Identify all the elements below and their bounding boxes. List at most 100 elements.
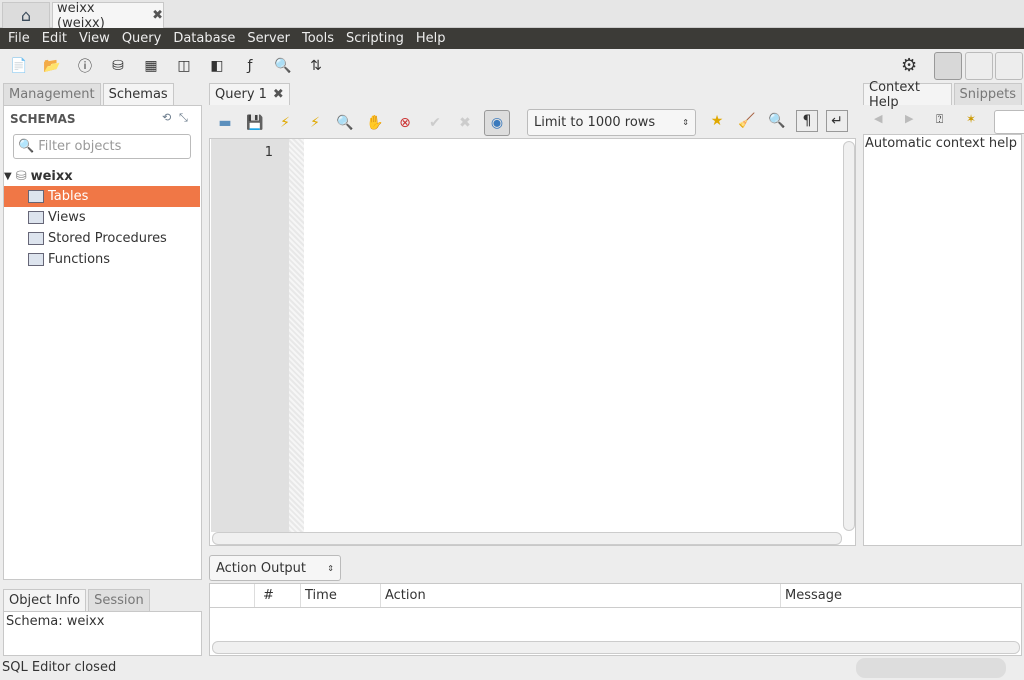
rollback-icon[interactable]: ✖ [454, 112, 476, 134]
sql-editor[interactable]: 1 [209, 138, 856, 546]
open-sql-script-icon[interactable]: 📂 [41, 55, 63, 77]
expand-arrow-icon[interactable]: ▼ [4, 171, 12, 182]
preferences-gear-icon[interactable]: ⚙ [901, 55, 917, 76]
refresh-icon[interactable]: ⟲ [162, 111, 171, 124]
word-wrap-icon[interactable]: ↵ [826, 110, 848, 132]
main-toolbar: 📄 📂 ⓘ ⛁ ▦ ◫ ◧ ƒ 🔍 ⇅ [0, 49, 1024, 82]
save-icon[interactable]: 💾 [244, 112, 266, 134]
connection-tab[interactable]: weixx (weixx) ✖ [52, 0, 164, 31]
menu-scripting[interactable]: Scripting [341, 31, 411, 46]
spinner-arrows-icon: ⇕ [327, 563, 334, 573]
procedures-icon [28, 232, 44, 245]
create-schema-icon[interactable]: ⛁ [107, 55, 129, 77]
limit-rows-value: Limit to 1000 rows [534, 115, 656, 130]
tree-item-label: Stored Procedures [48, 231, 167, 246]
connection-tab-label: weixx (weixx) [57, 0, 105, 31]
progress-bar [856, 658, 1006, 678]
functions-icon [28, 253, 44, 266]
action-output-table: # Time Action Message [209, 583, 1022, 656]
editor-toolbar: ▬ 💾 ⚡ ⚡ 🔍 ✋ ⊗ ✔ ✖ ◉ [214, 110, 518, 136]
spinner-arrows-icon: ⇕ [682, 118, 689, 127]
close-icon[interactable]: ✖ [152, 8, 163, 23]
context-help-text: Automatic context help is [865, 136, 1022, 151]
stop-on-error-icon[interactable]: ⊗ [394, 112, 416, 134]
auto-help-icon[interactable]: ✶ [966, 112, 976, 126]
create-procedure-icon[interactable]: ◧ [206, 55, 228, 77]
column-status[interactable] [210, 584, 255, 607]
filter-objects-input[interactable]: 🔍 Filter objects [13, 134, 191, 159]
schema-inspector-icon[interactable]: ⓘ [74, 55, 96, 77]
stop-icon[interactable]: ✋ [364, 112, 386, 134]
tab-management[interactable]: Management [3, 83, 101, 105]
vertical-scrollbar[interactable] [843, 141, 855, 531]
database-icon: ⛁ [15, 168, 27, 184]
close-icon[interactable]: ✖ [273, 87, 284, 102]
search-table-data-icon[interactable]: 🔍 [272, 55, 294, 77]
menu-help[interactable]: Help [411, 31, 453, 46]
manual-help-icon[interactable]: ⍰ [936, 112, 943, 127]
help-topic-input[interactable] [994, 110, 1024, 134]
horizontal-scrollbar[interactable] [212, 532, 842, 545]
tab-session[interactable]: Session [88, 589, 150, 611]
output-horizontal-scrollbar[interactable] [212, 641, 1020, 654]
reconnect-icon[interactable]: ⇅ [305, 55, 327, 77]
create-view-icon[interactable]: ◫ [173, 55, 195, 77]
filter-placeholder: Filter objects [38, 139, 122, 154]
context-help-panel: Automatic context help is [863, 134, 1022, 546]
tab-schemas[interactable]: Schemas [102, 83, 174, 105]
tree-item-stored-procedures[interactable]: Stored Procedures [4, 228, 200, 249]
tree-item-label: Views [48, 210, 86, 225]
forward-icon[interactable]: ▶ [905, 112, 913, 125]
limit-rows-select[interactable]: Limit to 1000 rows ⇕ [527, 109, 696, 136]
beautify-icon[interactable]: 🧹 [736, 110, 758, 132]
toggle-sidebar-button[interactable] [934, 52, 962, 80]
column-message[interactable]: Message [781, 584, 1021, 607]
execute-icon[interactable]: ⚡ [274, 112, 296, 134]
invisible-chars-icon[interactable]: ¶ [796, 110, 818, 132]
tree-item-functions[interactable]: Functions [4, 249, 200, 270]
tables-icon [28, 190, 44, 203]
add-snippet-icon[interactable]: ★ [706, 110, 728, 132]
table-header: # Time Action Message [210, 584, 1021, 608]
open-file-icon[interactable]: ▬ [214, 112, 236, 134]
tab-context-help[interactable]: Context Help [863, 80, 952, 110]
toggle-output-button[interactable] [965, 52, 993, 80]
tree-item-views[interactable]: Views [4, 207, 200, 228]
create-function-icon[interactable]: ƒ [239, 55, 261, 77]
menu-tools[interactable]: Tools [297, 31, 341, 46]
new-sql-tab-icon[interactable]: 📄 [8, 55, 30, 77]
find-icon[interactable]: 🔍 [766, 110, 788, 132]
line-number-gutter: 1 [211, 139, 289, 532]
menu-database[interactable]: Database [168, 31, 242, 46]
schema-name: weixx [30, 168, 73, 184]
tree-item-label: Functions [48, 252, 111, 267]
output-selector[interactable]: Action Output ⇕ [209, 555, 341, 581]
query-tab-label: Query 1 [215, 87, 267, 102]
autocommit-toggle-icon[interactable]: ◉ [484, 110, 510, 136]
tree-item-tables[interactable]: Tables [4, 186, 200, 207]
schemas-panel: SCHEMAS ⟲ ⤡ 🔍 Filter objects ▼ ⛁ weixx Tabl… [3, 105, 202, 580]
tab-object-info[interactable]: Object Info [3, 589, 87, 611]
home-tab[interactable]: ⌂ [2, 2, 50, 28]
create-table-icon[interactable]: ▦ [140, 55, 162, 77]
column-time[interactable]: Time [301, 584, 381, 607]
object-info-text: Schema: weixx [6, 614, 105, 629]
tab-query-1[interactable]: Query 1 ✖ [209, 83, 290, 105]
column-number[interactable]: # [255, 584, 301, 607]
execute-current-icon[interactable]: ⚡ [304, 112, 326, 134]
menu-file[interactable]: File [3, 31, 37, 46]
commit-icon[interactable]: ✔ [424, 112, 446, 134]
views-icon [28, 211, 44, 224]
menu-edit[interactable]: Edit [37, 31, 74, 46]
collapse-icon[interactable]: ⤡ [179, 111, 188, 125]
tab-snippets[interactable]: Snippets [953, 83, 1022, 105]
column-action[interactable]: Action [381, 584, 781, 607]
menu-query[interactable]: Query [117, 31, 169, 46]
toggle-right-panel-button[interactable] [995, 52, 1023, 80]
explain-icon[interactable]: 🔍 [334, 112, 356, 134]
output-selector-value: Action Output [216, 560, 307, 576]
back-icon[interactable]: ◀ [874, 112, 882, 125]
menu-view[interactable]: View [74, 31, 117, 46]
schema-weixx[interactable]: ▼ ⛁ weixx [4, 166, 73, 186]
menu-server[interactable]: Server [242, 31, 297, 46]
